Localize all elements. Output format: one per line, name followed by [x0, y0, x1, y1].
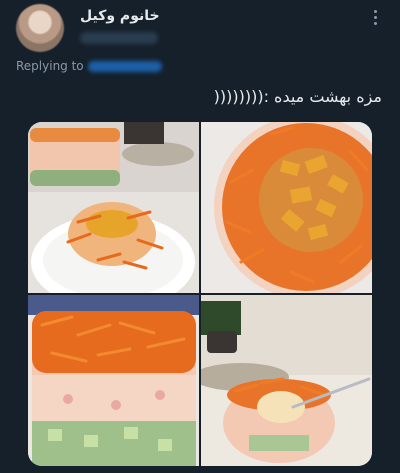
photo-3-image: [28, 295, 199, 466]
photo-2[interactable]: [201, 122, 372, 293]
photo-1-image: [28, 122, 199, 293]
more-vertical-icon[interactable]: [372, 10, 378, 30]
author-display-name[interactable]: خانوم وکیل: [80, 8, 160, 24]
photo-4[interactable]: [201, 295, 372, 466]
avatar[interactable]: [16, 4, 64, 52]
photo-2-image: [201, 122, 372, 293]
tweet-header: خانوم وکیل: [0, 0, 400, 56]
photo-3[interactable]: [28, 295, 199, 466]
reply-handle-link-blurred[interactable]: [88, 61, 162, 72]
tweet-text: مزه بهشت میده :((((((((: [213, 87, 382, 106]
media-grid: [28, 122, 372, 466]
photo-4-image: [201, 295, 372, 466]
author-handle-blurred[interactable]: [80, 32, 158, 44]
photo-1[interactable]: [28, 122, 199, 293]
replying-to-label: Replying to: [16, 59, 84, 73]
